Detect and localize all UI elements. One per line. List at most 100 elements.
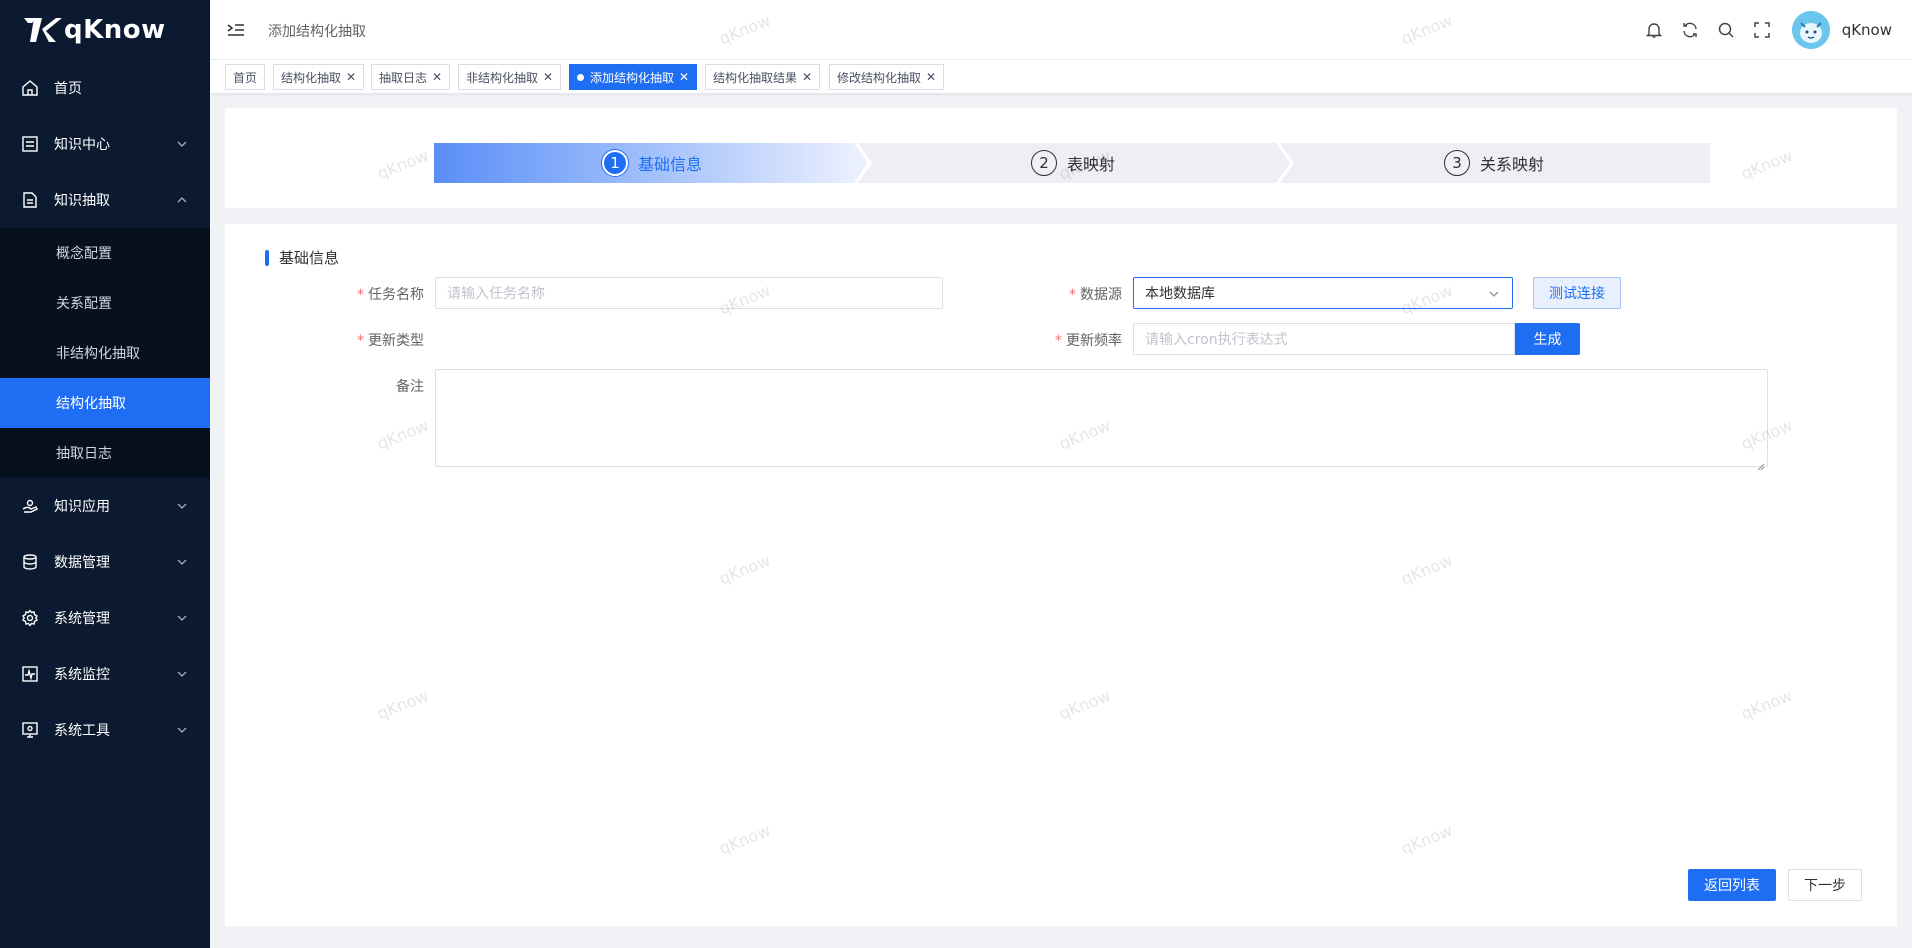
sidebar-item-relation-config[interactable]: 关系配置 (0, 278, 210, 328)
tab-label: 结构化抽取结果 (713, 70, 798, 85)
monitor-icon (20, 664, 40, 684)
task-name-label: * 任务名称 (340, 284, 424, 304)
sidebar-item-concept-config[interactable]: 概念配置 (0, 228, 210, 278)
close-icon[interactable]: ✕ (543, 70, 553, 84)
tabs-bar: 首页 结构化抽取 ✕ 抽取日志 ✕ 非结构化抽取 ✕ 添加结构化抽取 ✕ 结构化抽取结果… (210, 60, 1912, 94)
tab-home[interactable]: 首页 (225, 64, 266, 90)
avatar[interactable] (1791, 11, 1830, 49)
required-mark: * (1069, 287, 1076, 303)
search-icon[interactable] (1716, 20, 1736, 40)
refresh-icon[interactable] (1680, 20, 1700, 40)
step-relation-mapping[interactable]: 3 关系映射 (1444, 143, 1544, 183)
sidebar-item-system-monitor[interactable]: 系统监控 (0, 646, 210, 702)
required-mark: * (357, 287, 364, 303)
book-icon (20, 134, 40, 154)
placeholder: 请输入任务名称 (447, 286, 545, 302)
datasource-select[interactable]: 本地数据库 (1133, 277, 1513, 309)
tab-label: 结构化抽取 (281, 70, 342, 85)
sidebar-item-knowledge-application[interactable]: 知识应用 (0, 478, 210, 534)
back-to-list-button[interactable]: 返回列表 (1688, 869, 1776, 901)
sidebar-item-label: 系统工具 (54, 723, 110, 739)
tab-extraction-log[interactable]: 抽取日志 ✕ (371, 64, 451, 90)
database-icon (20, 552, 40, 572)
logo: qKnow (0, 0, 210, 60)
remark-textarea[interactable] (435, 369, 1768, 471)
sidebar-item-system-tools[interactable]: 系统工具 (0, 702, 210, 758)
step-label: 基础信息 (638, 155, 703, 174)
close-icon[interactable]: ✕ (346, 70, 356, 84)
tab-label: 抽取日志 (379, 70, 428, 85)
next-step-button[interactable]: 下一步 (1788, 869, 1862, 901)
gear-icon (20, 608, 40, 628)
tab-structured-extraction[interactable]: 结构化抽取 ✕ (273, 64, 365, 90)
chevron-down-icon (176, 138, 188, 150)
step-table-mapping[interactable]: 2 表映射 (1031, 143, 1115, 183)
fullscreen-icon[interactable] (1752, 20, 1772, 40)
sidebar-item-unstructured-extraction[interactable]: 非结构化抽取 (0, 328, 210, 378)
tab-label: 添加结构化抽取 (590, 70, 675, 85)
task-name-input[interactable]: 请输入任务名称 (435, 277, 943, 309)
tab-label: 非结构化抽取 (466, 70, 539, 85)
close-icon[interactable]: ✕ (679, 70, 689, 84)
sidebar-item-system-management[interactable]: 系统管理 (0, 590, 210, 646)
logo-text: qKnow (64, 15, 166, 45)
sidebar-item-label: 知识抽取 (54, 193, 110, 209)
required-mark: * (357, 333, 364, 349)
generate-button[interactable]: 生成 (1515, 323, 1580, 355)
label-text: 数据源 (1080, 287, 1122, 303)
sidebar-item-label: 系统管理 (54, 611, 110, 627)
username[interactable]: qKnow (1842, 21, 1892, 39)
update-type-label: * 更新类型 (340, 330, 424, 350)
sidebar-item-structured-extraction[interactable]: 结构化抽取 (0, 378, 210, 428)
collapse-menu-icon[interactable] (226, 20, 246, 40)
label-text: 更新频率 (1066, 333, 1122, 349)
sidebar-item-label: 知识中心 (54, 137, 110, 153)
datasource-label: * 数据源 (1040, 284, 1122, 304)
close-icon[interactable]: ✕ (432, 70, 442, 84)
required-mark: * (1055, 333, 1062, 349)
chevron-down-icon (176, 612, 188, 624)
chevron-down-icon (176, 668, 188, 680)
home-icon (20, 78, 40, 98)
sidebar-item-label: 首页 (54, 81, 82, 97)
steps-bar: 1 基础信息 2 表映射 3 关系映射 (434, 143, 1710, 183)
active-dot-icon (577, 73, 584, 81)
section-title-text: 基础信息 (279, 249, 340, 267)
chevron-down-icon (176, 724, 188, 736)
test-connection-button[interactable]: 测试连接 (1533, 277, 1621, 309)
sidebar-item-data-management[interactable]: 数据管理 (0, 534, 210, 590)
bell-icon[interactable] (1644, 20, 1664, 40)
label-text: 备注 (396, 379, 424, 395)
header-actions: qKnow (1628, 0, 1892, 60)
resize-handle-icon[interactable] (1757, 456, 1765, 471)
section-bar (265, 249, 269, 266)
sidebar-item-knowledge-center[interactable]: 知识中心 (0, 116, 210, 172)
cron-input[interactable]: 请输入cron执行表达式 (1133, 323, 1515, 355)
hand-icon (20, 496, 40, 516)
step-number: 2 (1031, 150, 1057, 176)
tab-label: 首页 (233, 70, 258, 85)
step-number: 1 (602, 150, 628, 176)
sidebar-item-knowledge-extraction[interactable]: 知识抽取 (0, 172, 210, 228)
top-header: 添加结构化抽取 qKnow (210, 0, 1912, 60)
close-icon[interactable]: ✕ (802, 70, 812, 84)
tab-structured-extraction-result[interactable]: 结构化抽取结果 ✕ (705, 64, 821, 90)
select-value: 本地数据库 (1145, 286, 1215, 302)
sidebar-item-label: 知识应用 (54, 499, 110, 515)
chevron-up-icon (176, 194, 188, 206)
step-basic-info[interactable]: 1 基础信息 (602, 143, 702, 183)
close-icon[interactable]: ✕ (926, 70, 936, 84)
sidebar-item-extraction-log[interactable]: 抽取日志 (0, 428, 210, 478)
tab-add-structured-extraction[interactable]: 添加结构化抽取 ✕ (569, 64, 698, 90)
placeholder: 请输入cron执行表达式 (1145, 332, 1288, 348)
tab-label: 修改结构化抽取 (837, 70, 922, 85)
tab-unstructured-extraction[interactable]: 非结构化抽取 ✕ (458, 64, 562, 90)
label-text: 更新类型 (368, 333, 424, 349)
logo-mark-icon (22, 15, 62, 45)
chevron-down-icon (176, 556, 188, 568)
tab-edit-structured-extraction[interactable]: 修改结构化抽取 ✕ (829, 64, 945, 90)
breadcrumb: 添加结构化抽取 (268, 24, 366, 40)
label-text: 任务名称 (368, 287, 424, 303)
step-number: 3 (1444, 150, 1470, 176)
sidebar-item-home[interactable]: 首页 (0, 60, 210, 116)
